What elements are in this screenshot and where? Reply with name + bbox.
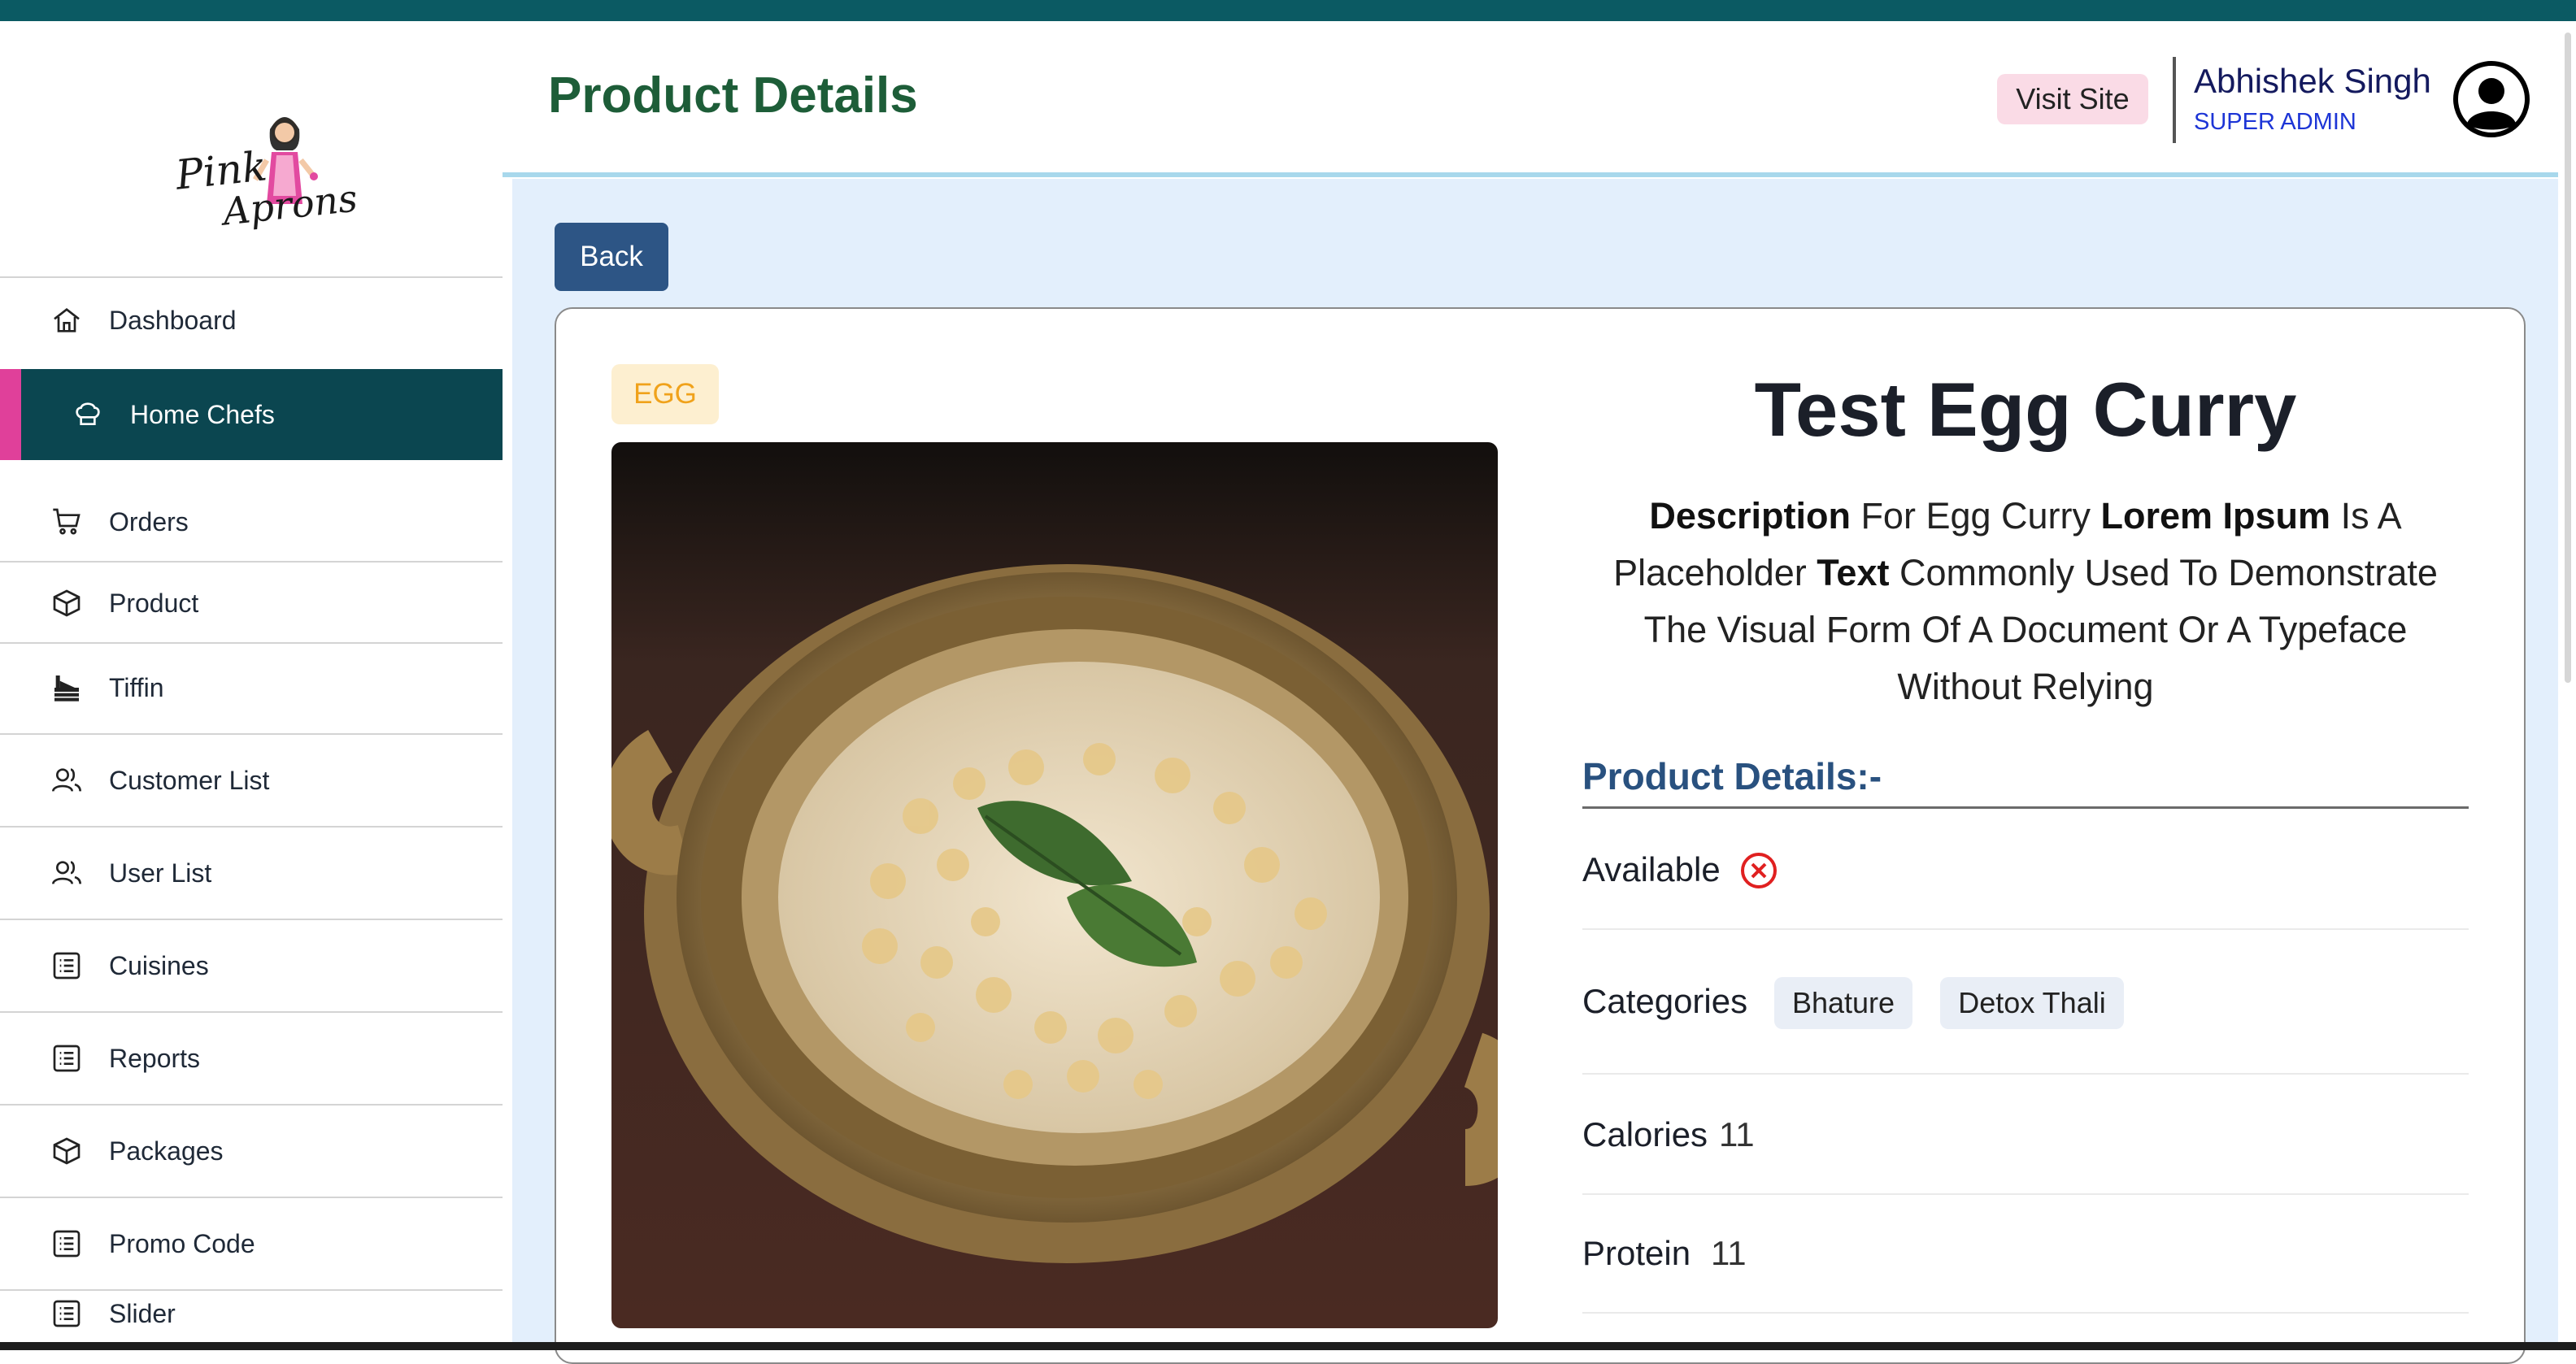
- header-divider: [2173, 57, 2176, 143]
- egg-badge: EGG: [611, 364, 719, 424]
- page-title: Product Details: [548, 67, 918, 124]
- categories-label: Categories: [1582, 982, 1748, 1020]
- sidebar-item-label: Tiffin: [109, 672, 164, 702]
- browser-top-bar: [0, 0, 2576, 21]
- sidebar-item-customer-list[interactable]: Customer List: [0, 740, 503, 821]
- calories-value: 11: [1719, 1115, 1755, 1153]
- product-image: [611, 442, 1498, 1328]
- sidebar-item-reports[interactable]: Reports: [0, 1018, 503, 1099]
- sidebar-item-label: Reports: [109, 1043, 201, 1073]
- list-icon: [49, 1226, 85, 1262]
- protein-label: Protein: [1582, 1234, 1691, 1272]
- box-icon: [49, 585, 85, 621]
- description-bold-2: Lorem Ipsum: [2100, 495, 2331, 536]
- list-icon: [49, 1296, 85, 1331]
- sidebar-divider: [0, 642, 503, 644]
- avatar[interactable]: [2452, 60, 2530, 138]
- product-title: Test Egg Curry: [1754, 367, 2297, 452]
- sidebar-item-label: Product: [109, 588, 199, 618]
- sidebar-item-orders[interactable]: Orders: [0, 481, 503, 563]
- sidebar-item-label: Cuisines: [109, 950, 209, 980]
- user-role: SUPER ADMIN: [2194, 109, 2356, 135]
- sidebar-item-tiffin[interactable]: Tiffin: [0, 647, 503, 728]
- sidebar-divider: [0, 733, 503, 735]
- sidebar-item-label: Promo Code: [109, 1228, 255, 1258]
- page-header: Product Details Visit Site Abhishek Sing…: [503, 21, 2558, 177]
- sidebar-item-cuisines[interactable]: Cuisines: [0, 925, 503, 1006]
- category-chip: Bhature: [1774, 977, 1912, 1029]
- scrollbar-thumb[interactable]: [2565, 33, 2571, 683]
- section-underline: [1582, 806, 2469, 809]
- sidebar-item-label: User List: [109, 858, 212, 888]
- sidebar-divider: [0, 1197, 503, 1198]
- sidebar-item-label: Dashboard: [109, 305, 237, 335]
- description-text-1: For Egg Curry: [1850, 495, 2101, 536]
- sidebar-item-dashboard[interactable]: Dashboard: [0, 280, 503, 361]
- description-bold-3: Text: [1817, 552, 1890, 593]
- active-indicator: [0, 369, 21, 460]
- row-divider: [1582, 1312, 2469, 1314]
- sidebar-item-label: Slider: [109, 1298, 176, 1328]
- home-icon: [49, 302, 85, 338]
- list-icon: [49, 1040, 85, 1076]
- header-underline: [503, 172, 2558, 177]
- sidebar-divider: [0, 919, 503, 920]
- back-button[interactable]: Back: [555, 223, 668, 291]
- sidebar-item-label: Customer List: [109, 765, 270, 795]
- description-bold-1: Description: [1649, 495, 1851, 536]
- list-icon: [49, 948, 85, 984]
- sidebar-divider: [0, 826, 503, 828]
- row-divider: [1582, 1193, 2469, 1195]
- sidebar-divider: [0, 1104, 503, 1106]
- protein-value: 11: [1711, 1234, 1747, 1272]
- row-divider: [1582, 1073, 2469, 1075]
- available-label: Available: [1582, 850, 1721, 888]
- egg-curry-pot-image: [611, 442, 1498, 1328]
- sidebar-item-product[interactable]: Product: [0, 563, 503, 644]
- sidebar-item-label: Home Chefs: [130, 399, 275, 429]
- cart-icon: [49, 504, 85, 540]
- sidebar-item-user-list[interactable]: User List: [0, 832, 503, 914]
- calories-label: Calories: [1582, 1115, 1708, 1153]
- row-divider: [1582, 928, 2469, 930]
- browser-bottom-bar: [0, 1342, 2576, 1350]
- sidebar-item-home-chefs[interactable]: Home Chefs: [0, 369, 503, 460]
- product-details-heading: Product Details:-: [1582, 755, 1882, 797]
- tiffin-icon: [49, 670, 85, 706]
- sidebar-item-label: Packages: [109, 1136, 224, 1166]
- sidebar-item-promo-code[interactable]: Promo Code: [0, 1203, 503, 1284]
- box-icon: [49, 1133, 85, 1169]
- sidebar-divider: [0, 1011, 503, 1013]
- user-name: Abhishek Singh: [2194, 62, 2431, 100]
- chef-hat-icon: [70, 397, 106, 432]
- sidebar-item-label: Orders: [109, 506, 189, 536]
- pink-aprons-logo[interactable]: Pink Aprons: [171, 98, 359, 245]
- users-icon: [49, 762, 85, 798]
- visit-site-button[interactable]: Visit Site: [1997, 74, 2148, 124]
- category-chip: Detox Thali: [1940, 977, 2124, 1029]
- close-circle-icon: [1740, 852, 1778, 889]
- sidebar: Pink Aprons Dashboard Home Chefs Orders …: [0, 21, 503, 1342]
- product-description: Description For Egg Curry Lorem Ipsum Is…: [1582, 488, 2469, 715]
- users-icon: [49, 855, 85, 891]
- user-avatar-icon: [2453, 61, 2530, 137]
- sidebar-item-packages[interactable]: Packages: [0, 1110, 503, 1192]
- sidebar-divider: [0, 276, 503, 278]
